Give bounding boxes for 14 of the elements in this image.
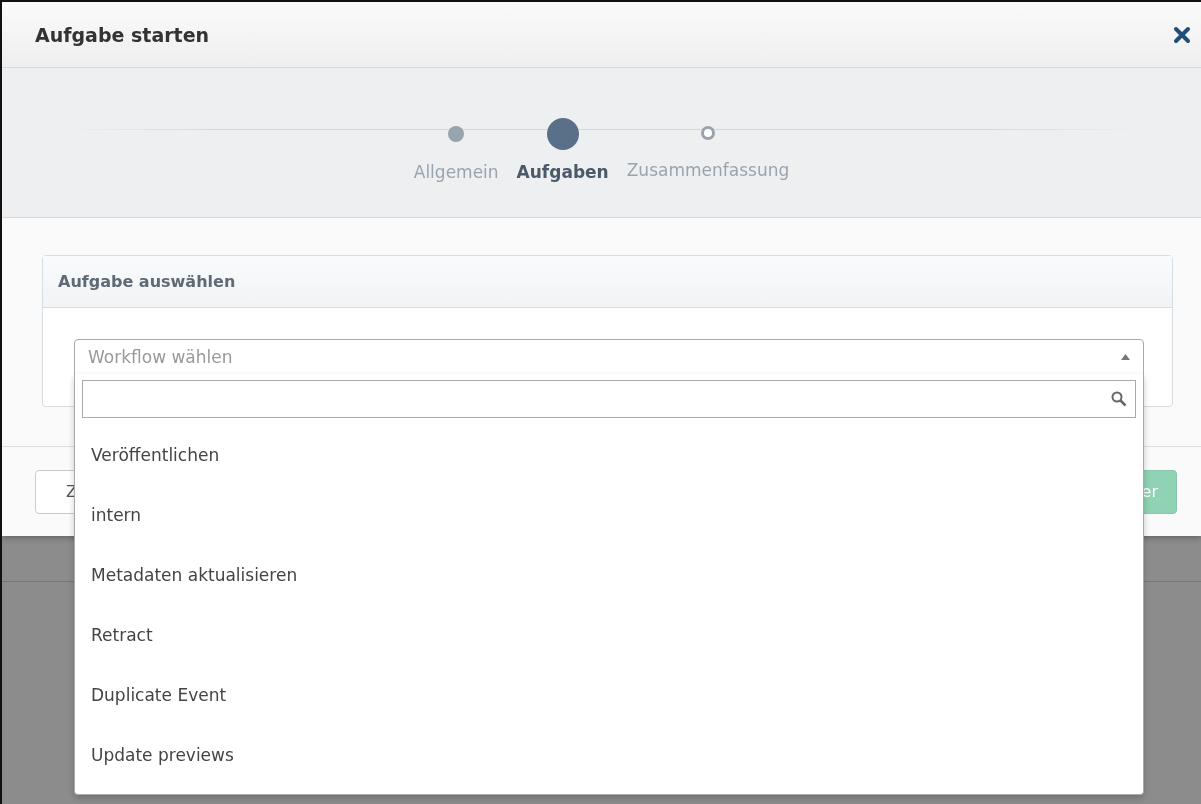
dialog-title: Aufgabe starten	[35, 23, 210, 46]
step-label[interactable]: Aufgaben	[516, 162, 609, 182]
panel-title: Aufgabe auswählen	[43, 256, 1172, 308]
caret-up-icon	[1121, 354, 1130, 360]
dropdown-option[interactable]: Duplicate Event	[82, 665, 1136, 725]
dropdown-option[interactable]: Veröffentlichen	[82, 425, 1136, 485]
dropdown-option[interactable]: Metadaten aktualisieren	[82, 545, 1136, 605]
close-button[interactable]	[1173, 25, 1191, 44]
search-field[interactable]	[82, 380, 1136, 418]
dropdown-option[interactable]: Update previews	[82, 725, 1136, 785]
search-icon	[1111, 391, 1127, 407]
dropdown-option[interactable]: intern	[82, 485, 1136, 545]
close-icon	[1173, 25, 1191, 44]
dropdown-option[interactable]: Retract	[82, 605, 1136, 665]
